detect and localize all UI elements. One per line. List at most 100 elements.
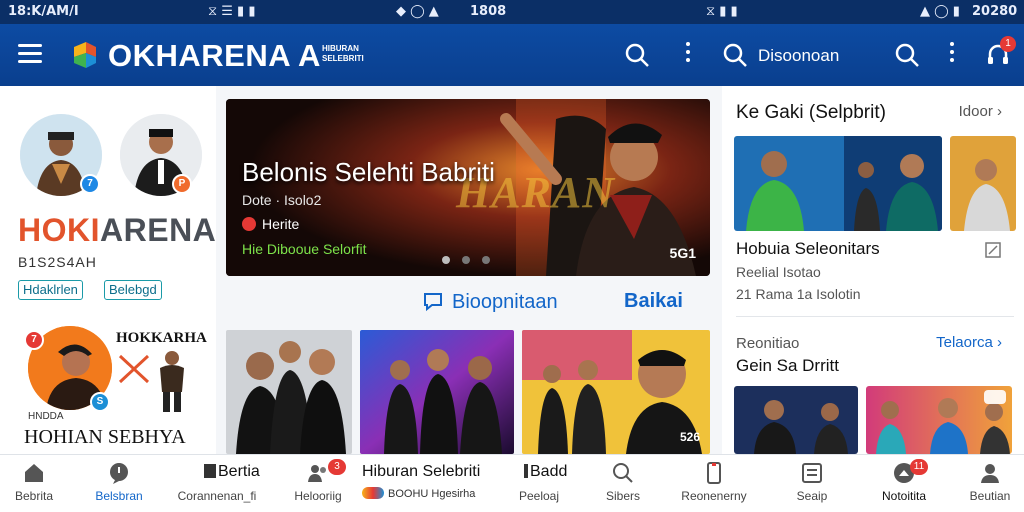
app-brand[interactable]: OKHARENA A [108,38,321,74]
nav-item-chat[interactable]: Belsbran [82,455,156,512]
app-screen: 18:K/AM/I ⧖ ☰ ▮ ▮ ◆ ◯ ▲ 1808 ⧖ ▮ ▮ ▲ ◯ ▮… [0,0,1024,512]
verified-badge: 7 [80,174,100,194]
chat-icon [110,463,128,484]
carousel-dot[interactable] [482,256,490,264]
section-link[interactable]: Telaorca › [936,334,1002,351]
status-signal-icons: ▲ ◯ ▮ [920,4,960,19]
nav-item-center[interactable]: Hiburan Selebriti BOOHU Hgesirha [358,455,488,512]
promo-footer: HOHIAN SEBHYA [24,426,186,448]
nav-item-search[interactable]: Sibers [590,455,656,512]
status-icons-left: ⧖ ☰ ▮ ▮ [208,4,256,19]
thumbnail-card[interactable] [226,330,352,454]
edit-icon [524,464,528,478]
search-icon[interactable] [624,42,650,68]
search-icon-secondary[interactable] [894,42,920,68]
more-link[interactable]: Baikai [624,290,683,313]
nav-item-profile[interactable]: Beutian [958,455,1022,512]
hero-caption: Hie Dibooue Selorfit [242,241,367,257]
home-icon [25,464,43,482]
nav-tag-news: Bertia [204,463,260,481]
tag-chip[interactable]: Hdaklrlen [18,280,83,300]
share-icon[interactable] [984,241,1002,259]
chevron-right-icon: › [997,334,1002,351]
news-icon [204,464,216,478]
nav-item-home[interactable]: Bebrita [0,455,68,512]
divider [736,316,1014,317]
status-time-center: 1808 [470,4,507,19]
thumbnail-card[interactable] [360,330,514,454]
performer-figure [160,351,184,412]
search-field[interactable]: Disoonoan [722,40,882,70]
nav-center-title: Hiburan Selebriti [362,463,481,480]
search-icon [613,463,633,483]
chevron-right-icon: › [997,103,1002,120]
thumbnail-caption: 526 [679,430,700,444]
comment-button[interactable]: Bioopnitaan [422,290,558,314]
nav-center-sub: BOOHU Hgesirha [362,487,475,500]
hero-banner[interactable]: HARAN Belonis Selehti Babriti Dote · Iso… [226,99,710,276]
search-icon [723,43,747,67]
nav-item-list[interactable]: Seaip [780,455,844,512]
app-brand-tagline: HIBURAN SELEBRITI [322,44,364,63]
crossed-swords-icon [118,354,150,384]
featured-image-secondary[interactable] [950,136,1016,231]
right-panel: Ke Gaki (Selpbrit) Idoor › Hobuia Seleon… [722,86,1024,454]
nav-item-notifications[interactable]: 11 Notoitita [868,455,940,512]
tag-chip[interactable]: Belebgd [104,280,162,300]
nav-item-edit[interactable]: Badd Peeloaj [504,455,574,512]
carousel-dot-active[interactable] [442,256,450,264]
phone-icon [707,462,721,484]
status-time-left: 18:K/AM/I [8,4,79,19]
app-logo-icon [74,42,96,68]
nav-badge: 3 [328,459,346,475]
carousel-dot[interactable] [462,256,470,264]
play-icon[interactable] [984,390,1006,404]
section-heading: Gein Sa Drritt [736,356,839,375]
nav-item-phone[interactable]: Reonenerny [672,455,756,512]
profile-icon [981,464,999,483]
thumbnail-image [360,330,514,454]
thumbnail-card[interactable] [866,386,1012,454]
see-more-link[interactable]: Idoor › [959,103,1002,120]
people-icon [308,465,326,482]
featured-subtitle: Reelial Isotao [736,264,821,280]
status-icons-right: ⧖ ▮ ▮ [706,4,738,19]
featured-meta: 21 Rama 1a Isolotin [736,286,861,302]
status-time-right: 20280 [972,4,1018,19]
nav-item-news[interactable]: Bertia Corannenan_fi [168,455,266,512]
nav-item-people[interactable]: 3 Helooriig [282,455,354,512]
more-options-icon[interactable] [685,42,691,68]
app-bar: OKHARENA A HIBURAN SELEBRITI Disoonoan [0,24,1024,86]
verified-badge: S [90,392,110,412]
notification-badge: 1 [1000,36,1016,52]
section-label: Reonitiao [736,335,800,352]
hero-title: Belonis Selehti Babriti [242,157,495,187]
list-icon [802,463,822,483]
status-bar: 18:K/AM/I ⧖ ☰ ▮ ▮ ◆ ◯ ▲ 1808 ⧖ ▮ ▮ ▲ ◯ ▮… [0,0,1024,24]
thumbnail-card[interactable] [734,386,858,454]
brand-code: B1S2S4AH [18,254,97,270]
hero-live-label: Herite [242,216,299,232]
nav-tag-edit: Badd [524,463,567,481]
hero-count: 5G1 [669,245,696,261]
thumbnail-image [226,330,352,454]
featured-headline[interactable]: Hobuia Seleonitars [736,239,880,259]
chat-bubble-icon [424,293,442,312]
logo-icon [362,487,384,499]
status-icons-center: ◆ ◯ ▲ [396,4,439,19]
nav-badge: 11 [910,459,928,475]
search-field-label: Disoonoan [758,46,840,65]
live-badge: P [172,174,192,194]
left-column: 7 P HOKIARENA B1S2S4AH Hdaklrlen Belebgd… [0,86,216,454]
bottom-navigation: Bebrita Belsbran Bertia Corannenan_fi 3 … [0,454,1024,512]
promo-title: HOKKARHA [116,330,207,346]
menu-icon[interactable] [18,44,42,64]
featured-image[interactable] [734,136,942,231]
promo-small: HNDDA [28,411,64,422]
thumbnail-card[interactable]: 526 [522,330,710,454]
brand-heading: HOKIARENA [18,212,217,248]
hero-meta: Dote · Isolo2 [242,192,322,208]
section-title: Ke Gaki (Selpbrit) [736,102,886,123]
more-options-icon-secondary[interactable] [949,42,955,68]
hot-badge: 7 [24,330,44,350]
